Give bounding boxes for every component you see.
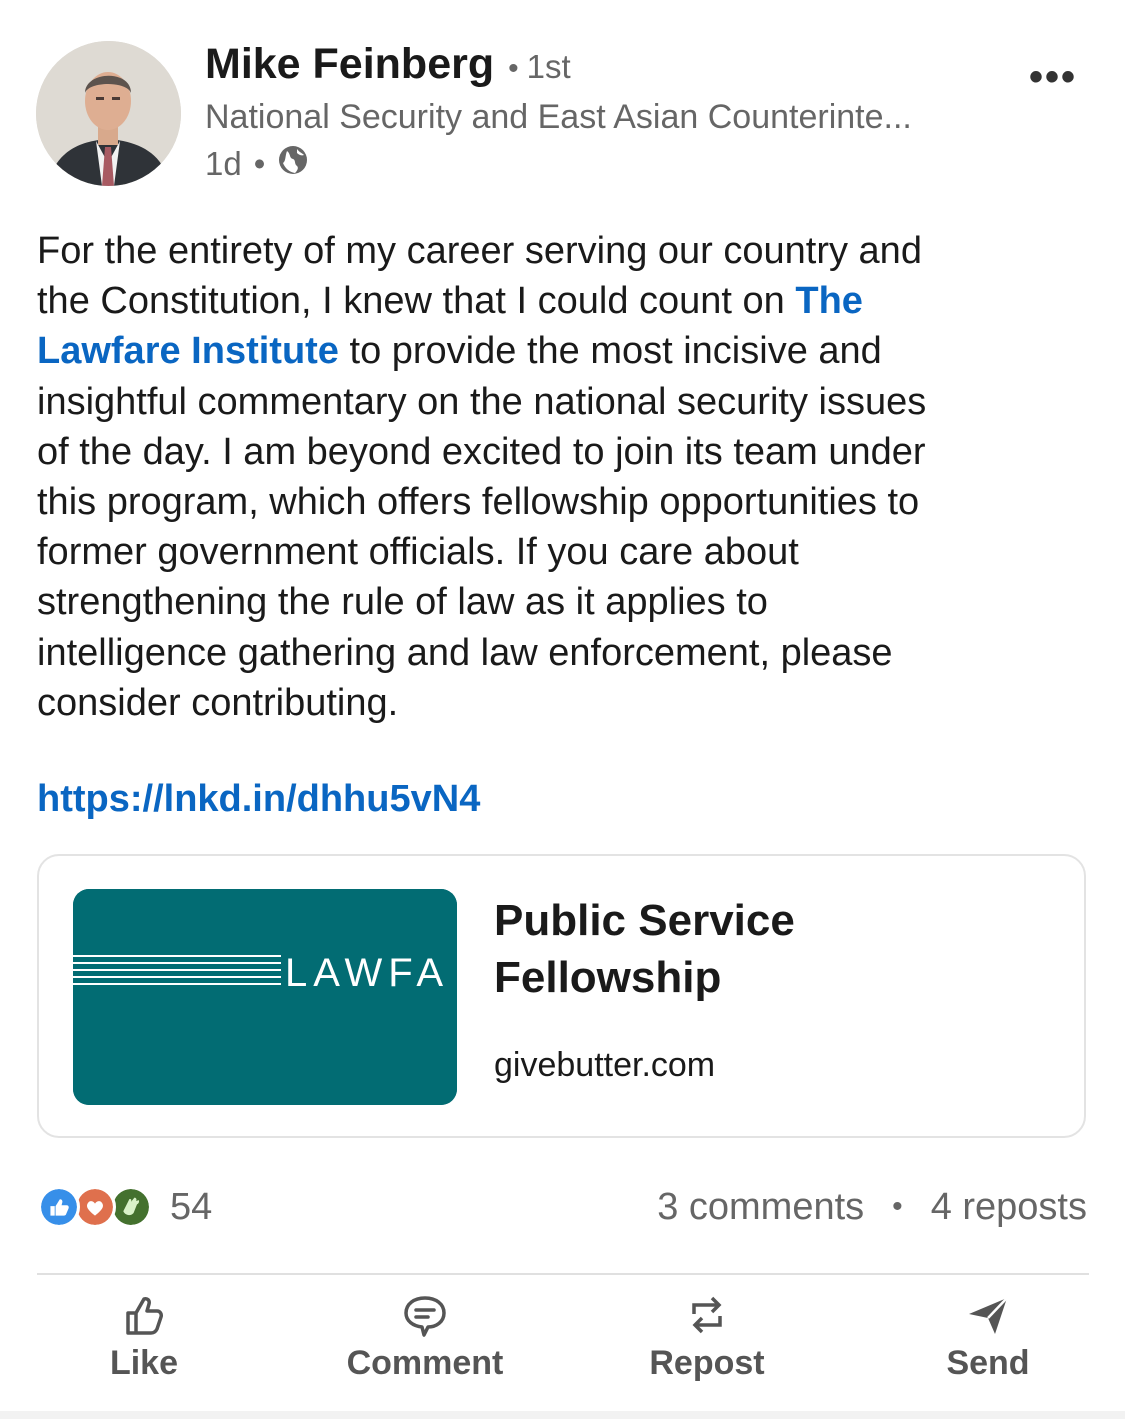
post-text-segment: consider contributing. [37,681,399,724]
celebrate-reaction-icon [110,1186,152,1228]
author-headline: National Security and East Asian Counter… [205,98,912,136]
post-text-line: of the day. I am beyond excited to join … [37,427,1087,477]
post-time: 1d [205,145,242,182]
separator-dot: • [508,52,519,85]
link-preview-title: Public Service Fellowship [494,896,795,1002]
reaction-count: 54 [170,1185,213,1228]
post-stats: 3 comments • 4 reposts [657,1183,1087,1231]
post-text-line: consider contributing. [37,678,1087,728]
post-text-segment: to provide the most incisive and [338,330,882,373]
comment-icon [404,1296,446,1337]
author-avatar[interactable] [36,41,181,186]
send-label: Send [946,1344,1030,1382]
more-options-icon[interactable]: ••• [1029,55,1077,100]
post-link[interactable]: https://lnkd.in/dhhu5vN4 [37,778,480,821]
repost-button[interactable]: Repost [607,1290,807,1390]
love-reaction-icon [74,1186,116,1228]
send-icon [969,1297,1008,1334]
post-text-segment: intelligence gathering and law enforceme… [37,631,893,674]
repost-label: Repost [649,1344,765,1382]
post-text-line: insightful commentary on the national se… [37,377,1087,427]
reaction-icons [38,1184,156,1230]
post-text-line: For the entirety of my career serving ou… [37,226,1087,276]
post-text-line: former government officials. If you care… [37,527,1087,577]
like-reaction-icon [38,1186,80,1228]
post-text: For the entirety of my career serving ou… [37,226,1087,728]
post-text-segment: this program, which offers fellowship op… [37,481,920,524]
separator-dot: • [892,1190,903,1223]
feed-separator [0,1411,1125,1419]
connection-degree: 1st [526,48,571,85]
link-preview-image: LAWFA [73,889,457,1105]
post-text-line: Lawfare Institute to provide the most in… [37,326,1087,376]
lawfare-logo-text: LAWFA [285,951,449,995]
link-preview-domain: givebutter.com [494,1046,716,1084]
reposts-count[interactable]: 4 reposts [931,1186,1087,1229]
comments-count[interactable]: 3 comments [657,1186,864,1229]
like-button[interactable]: Like [44,1290,244,1390]
reactions-summary[interactable]: 54 [38,1183,212,1231]
globe-icon [277,144,309,184]
post-text-segment: strengthening the rule of law as it appl… [37,581,768,624]
post-meta: 1d • [205,142,309,186]
post-text-segment: former government officials. If you care… [37,531,799,574]
author-name-row[interactable]: Mike Feinberg • 1st [205,40,571,100]
post-text-segment: For the entirety of my career serving ou… [37,230,922,272]
send-button[interactable]: Send [888,1290,1088,1390]
post-text-line: intelligence gathering and law enforceme… [37,628,1087,678]
post-text-segment: of the day. I am beyond excited to join … [37,430,926,473]
post-text-line: this program, which offers fellowship op… [37,477,1087,527]
like-label: Like [109,1344,179,1382]
divider [37,1273,1089,1275]
action-bar: Like Comment Repost Send [0,1290,1125,1400]
thumbs-up-icon [126,1297,163,1335]
post-text-segment: insightful commentary on the national se… [37,380,927,423]
comment-label: Comment [346,1344,504,1382]
mention-link[interactable]: Lawfare Institute [37,330,339,372]
author-name[interactable]: Mike Feinberg [205,40,494,89]
separator-dot: • [253,145,266,182]
post-text-line: strengthening the rule of law as it appl… [37,577,1087,627]
post-text-segment: the Constitution, I knew that I could co… [37,280,796,323]
link-preview-card[interactable]: LAWFA Public Service Fellowship givebutt… [37,854,1086,1138]
comment-button[interactable]: Comment [325,1290,525,1390]
post-text-line: the Constitution, I knew that I could co… [37,276,1087,326]
mention-link[interactable]: The [795,280,863,322]
repost-icon [692,1296,722,1334]
